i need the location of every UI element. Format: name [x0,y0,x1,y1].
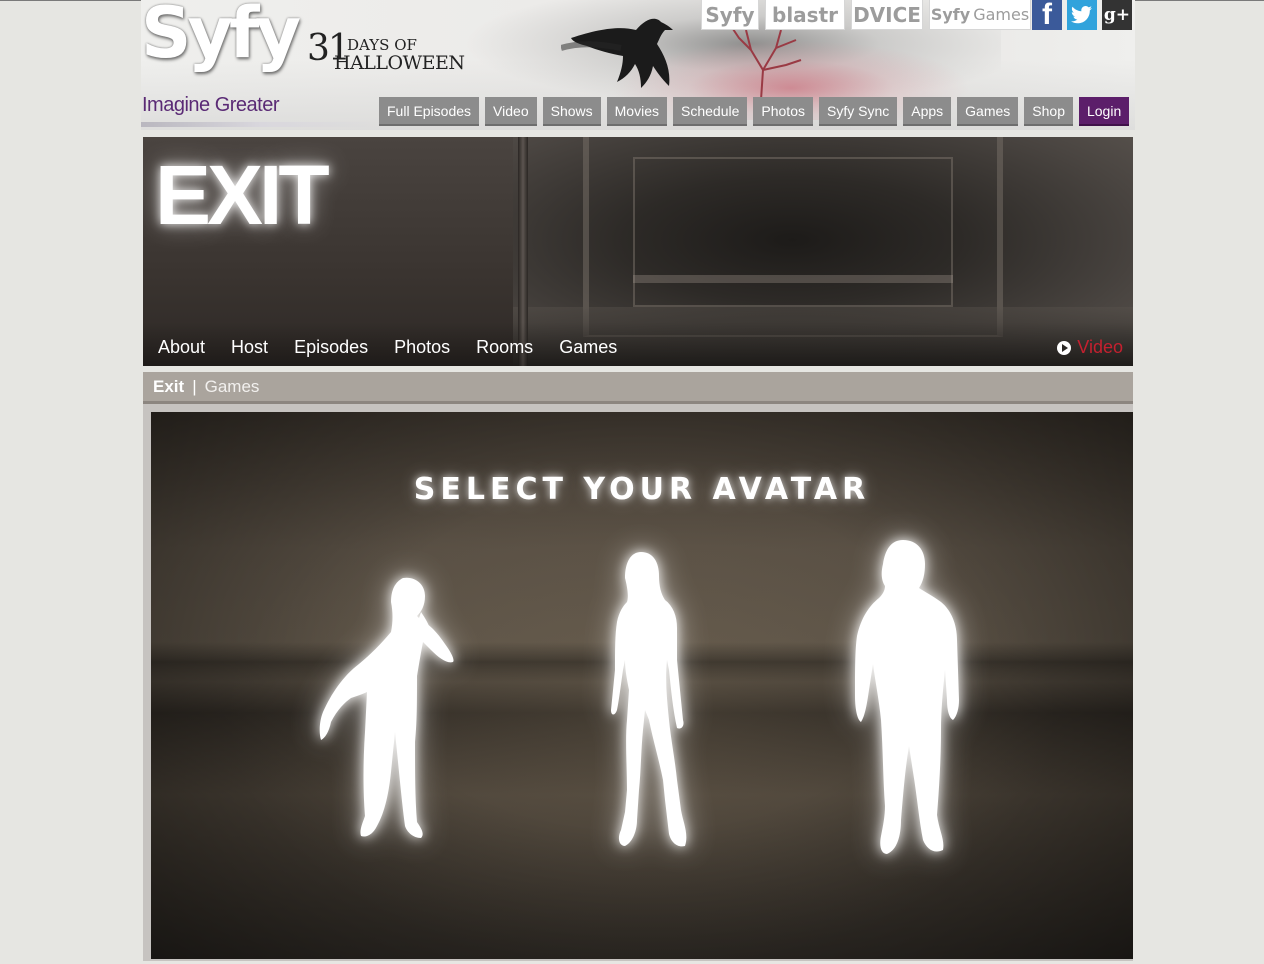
promo-line-2: HALLOWEEN [334,52,465,74]
avatar-option-2[interactable] [593,550,693,850]
show-nav: About Host Episodes Photos Rooms Games [158,337,643,358]
breadcrumb: Exit | Games [143,372,1133,404]
twitter-bird-icon [1071,6,1092,24]
breadcrumb-exit[interactable]: Exit [153,377,184,397]
show-logo[interactable]: EXIT [155,147,330,244]
nav-shows[interactable]: Shows [542,97,601,126]
dead-tree-icon [730,25,802,100]
avatar-option-1[interactable] [311,572,461,847]
banner-stair [633,275,953,283]
network-syfy-link[interactable]: Syfy [701,0,759,30]
male-hunched-silhouette-icon [319,577,454,838]
twitter-icon[interactable] [1067,0,1097,30]
game-title: SELECT YOUR AVATAR [413,472,871,507]
show-nav-games[interactable]: Games [559,337,617,358]
female-silhouette-icon [611,552,687,847]
show-banner: EXIT About Host Episodes Photos Rooms Ga… [143,137,1133,366]
site-header: Syfy Imagine Greater 31 DAYS OF HALLOWEE… [141,0,1135,130]
tagline: Imagine Greater [142,94,280,116]
nav-shop[interactable]: Shop [1024,97,1073,126]
show-nav-episodes[interactable]: Episodes [294,337,368,358]
network-blastr-link[interactable]: blastr [765,0,845,30]
googleplus-icon[interactable]: g+ [1102,0,1132,30]
social-links: f g+ [1032,0,1132,30]
nav-schedule[interactable]: Schedule [673,97,748,126]
nav-full-episodes[interactable]: Full Episodes [379,97,480,126]
network-syfy-games-link[interactable]: Syfy Games [929,0,1031,30]
show-nav-rooms[interactable]: Rooms [476,337,533,358]
syfy-logo[interactable]: Syfy [141,0,301,96]
nav-movies[interactable]: Movies [606,97,667,126]
nav-apps[interactable]: Apps [903,97,952,126]
network-logos: Syfy blastr DVICE Syfy Games [701,0,1031,32]
syfy-logo-text: Syfy [141,0,301,74]
show-nav-about[interactable]: About [158,337,205,358]
halloween-promo[interactable]: 31 DAYS OF HALLOWEEN [307,28,507,80]
network-dvice-link[interactable]: DVICE [851,0,923,30]
syfy-games-label: Games [973,5,1030,24]
breadcrumb-games: Games [204,376,260,396]
login-button[interactable]: Login [1078,97,1130,126]
breadcrumb-separator: | [192,376,197,396]
game-frame: SELECT YOUR AVATAR [143,404,1133,961]
video-link-label: Video [1077,337,1123,357]
video-link[interactable]: Video [1057,337,1123,358]
crow-icon [561,18,673,88]
facebook-icon[interactable]: f [1032,0,1062,30]
male-large-silhouette-icon [855,540,959,854]
nav-video[interactable]: Video [485,97,537,126]
play-icon [1057,340,1072,355]
page-wrapper: Syfy Imagine Greater 31 DAYS OF HALLOWEE… [141,0,1135,964]
logo-underline [141,122,381,127]
banner-inner-frame [633,157,953,307]
syfy-games-brand: Syfy [930,5,971,24]
avatar-option-3[interactable] [845,540,965,860]
nav-games[interactable]: Games [957,97,1019,126]
main-nav: Full Episodes Video Shows Movies Schedul… [379,97,1130,126]
nav-photos[interactable]: Photos [753,97,813,126]
nav-syfy-sync[interactable]: Syfy Sync [818,97,898,126]
show-nav-host[interactable]: Host [231,337,268,358]
avatar-select-game[interactable]: SELECT YOUR AVATAR [151,412,1133,959]
show-nav-photos[interactable]: Photos [394,337,450,358]
